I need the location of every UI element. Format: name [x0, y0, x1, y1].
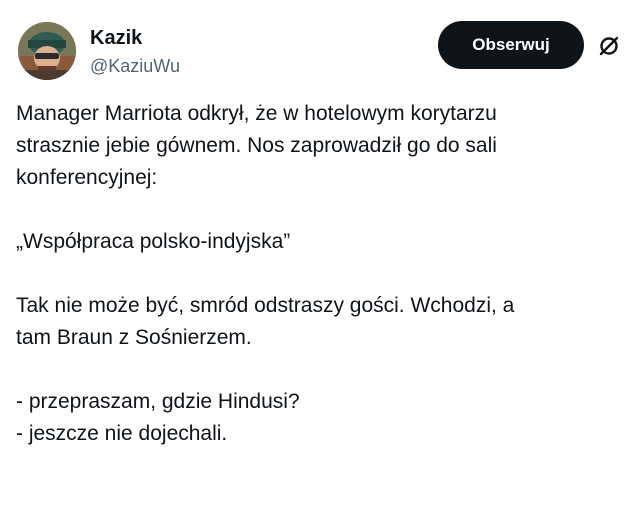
tweet-text: Manager Marriota odkrył, że w hotelowym … — [16, 98, 632, 450]
text-line: „Współpraca polsko-indyjska” — [16, 230, 291, 253]
tweet-paragraph: Tak nie może być, smród odstraszy gości.… — [16, 290, 632, 354]
avatar[interactable] — [18, 22, 76, 80]
text-line: - przepraszam, gdzie Hindusi? — [16, 390, 300, 413]
tweet-paragraph: Manager Marriota odkrył, że w hotelowym … — [16, 98, 632, 194]
follow-button[interactable]: Obserwuj — [438, 21, 584, 69]
author-handle[interactable]: @KaziuWu — [90, 55, 180, 77]
author-display-name[interactable]: Kazik — [90, 26, 142, 50]
text-line: - jeszcze nie dojechali. — [16, 422, 228, 445]
text-line: konferencyjnej: — [16, 166, 158, 189]
more-options-icon[interactable] — [596, 33, 622, 59]
text-line: Tak nie może być, smród odstraszy gości.… — [16, 294, 515, 317]
tweet-paragraph: „Współpraca polsko-indyjska” — [16, 226, 632, 258]
text-line: tam Braun z Sośnierzem. — [16, 326, 252, 349]
text-line: Manager Marriota odkrył, że w hotelowym … — [16, 102, 497, 125]
tweet-card: Kazik @KaziuWu Obserwuj Manager Marriota… — [0, 0, 640, 507]
tweet-paragraph: - przepraszam, gdzie Hindusi? - jeszcze … — [16, 386, 632, 450]
text-line: strasznie jebie gównem. Nos zaprowadził … — [16, 134, 497, 157]
avatar-image — [18, 22, 76, 80]
